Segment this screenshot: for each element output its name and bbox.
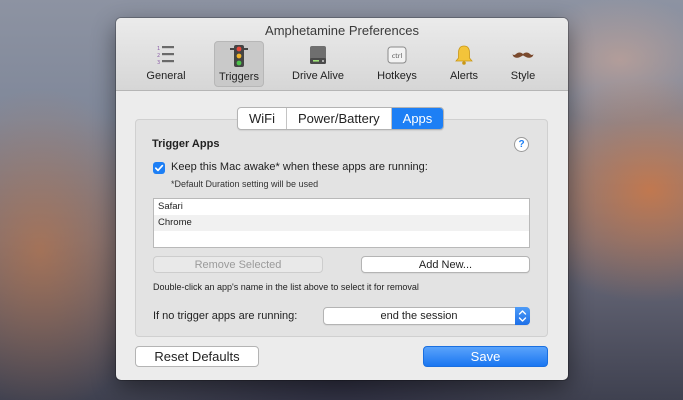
fallback-label: If no trigger apps are running: — [153, 310, 298, 322]
toolbar-triggers-label: Triggers — [219, 71, 259, 83]
toolbar-alerts[interactable]: Alerts — [441, 41, 487, 87]
toolbar-general-label: General — [146, 70, 186, 82]
svg-text:ctrl: ctrl — [392, 52, 403, 60]
toolbar-drive-alive[interactable]: Drive Alive — [284, 41, 352, 87]
chevron-updown-icon — [515, 307, 530, 325]
tab-apps[interactable]: Apps — [391, 108, 444, 129]
svg-text:3: 3 — [157, 60, 160, 66]
toolbar-style[interactable]: Style — [501, 41, 545, 87]
window-title: Amphetamine Preferences — [265, 23, 419, 38]
section-title: Trigger Apps — [152, 138, 220, 150]
tab-power-battery[interactable]: Power/Battery — [287, 108, 392, 129]
trigger-type-tabs: WiFi Power/Battery Apps — [237, 107, 445, 130]
svg-text:2: 2 — [157, 53, 160, 59]
remove-selected-button[interactable]: Remove Selected — [153, 256, 323, 273]
preferences-window: Amphetamine Preferences 1 2 3 General Tr… — [116, 18, 568, 380]
hard-drive-icon — [310, 46, 326, 64]
list-icon: 1 2 3 — [157, 46, 174, 66]
fallback-select[interactable]: end the session — [323, 307, 530, 325]
removal-hint: Double-click an app's name in the list a… — [153, 282, 419, 292]
ctrl-key-icon: ctrl — [387, 46, 407, 64]
toolbar-style-label: Style — [510, 70, 536, 82]
keep-awake-label: Keep this Mac awake* when these apps are… — [171, 161, 428, 173]
mustache-icon — [512, 52, 534, 58]
toolbar-drive-alive-label: Drive Alive — [292, 70, 344, 82]
svg-text:1: 1 — [157, 46, 160, 52]
default-duration-note: *Default Duration setting will be used — [171, 179, 319, 189]
list-item[interactable]: Chrome — [154, 215, 529, 231]
toolbar-general[interactable]: 1 2 3 General — [134, 41, 198, 87]
add-new-button[interactable]: Add New... — [361, 256, 530, 273]
checkmark-icon — [154, 164, 164, 172]
keep-awake-checkbox[interactable] — [153, 162, 165, 174]
toolbar-hotkeys-label: Hotkeys — [377, 70, 417, 82]
list-item[interactable]: Safari — [154, 199, 529, 215]
fallback-select-value: end the session — [380, 310, 458, 322]
toolbar-alerts-label: Alerts — [449, 70, 479, 82]
window-titlebar: Amphetamine Preferences 1 2 3 General Tr… — [116, 18, 568, 91]
help-button[interactable]: ? — [514, 137, 529, 152]
trigger-app-list[interactable]: Safari Chrome — [153, 198, 530, 248]
save-button[interactable]: Save — [423, 346, 548, 367]
bell-icon — [455, 45, 473, 65]
traffic-light-icon — [230, 45, 248, 67]
toolbar-hotkeys[interactable]: ctrl Hotkeys — [368, 41, 426, 87]
tab-wifi[interactable]: WiFi — [238, 108, 287, 129]
reset-defaults-button[interactable]: Reset Defaults — [135, 346, 259, 367]
toolbar-triggers[interactable]: Triggers — [214, 41, 264, 87]
